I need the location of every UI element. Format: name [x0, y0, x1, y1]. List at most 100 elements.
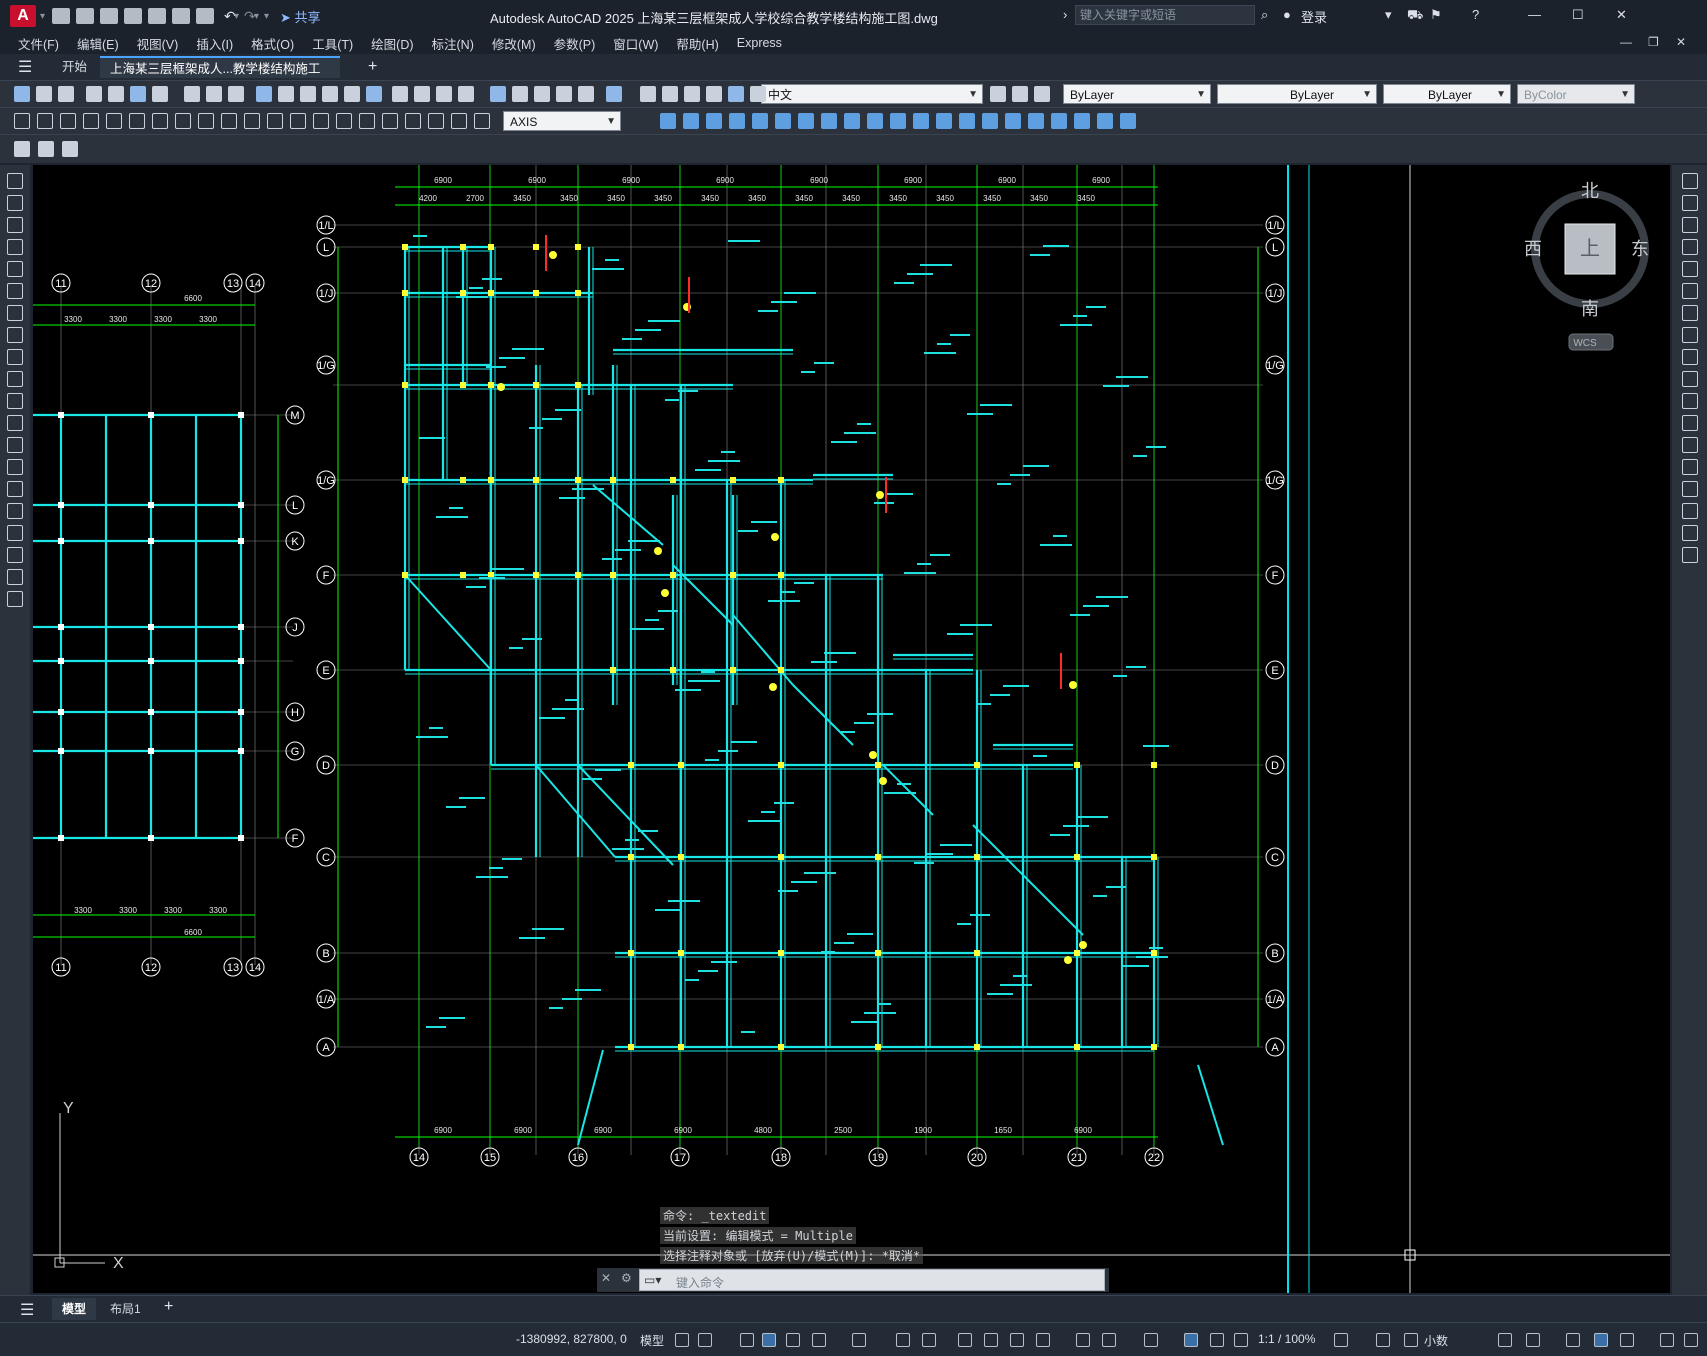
dimension-tool-icon[interactable] [198, 113, 214, 129]
modify-palette-icon[interactable] [1682, 305, 1698, 321]
annotation-visibility-icon[interactable] [1184, 1333, 1198, 1347]
dimension-tool-icon[interactable] [474, 113, 490, 129]
toolbar-tool-icon[interactable] [640, 86, 656, 102]
redo-dropdown-icon[interactable]: ▾ [254, 11, 260, 22]
dimension-tool-icon[interactable] [221, 113, 237, 129]
menu-format[interactable]: 格式(O) [251, 34, 294, 53]
draw-tool-icon[interactable] [7, 569, 23, 585]
isolate-objects-icon[interactable] [1566, 1333, 1580, 1347]
autodesk-app-icon[interactable]: ⚑ [1430, 7, 1442, 23]
draw-tool-icon[interactable] [7, 195, 23, 211]
draw-tool-icon[interactable] [7, 261, 23, 277]
layer-tool-icon[interactable] [1034, 86, 1050, 102]
draw-tool-icon[interactable] [7, 327, 23, 343]
viewcube-west[interactable]: 西 [1524, 239, 1542, 259]
ortho-icon[interactable] [786, 1333, 800, 1347]
modify-palette-icon[interactable] [1682, 437, 1698, 453]
draw-tool-icon[interactable] [7, 591, 23, 607]
toolbar-tool-icon[interactable] [300, 86, 316, 102]
auto-scale-icon[interactable] [1210, 1333, 1224, 1347]
open-web-icon[interactable] [148, 8, 166, 24]
toolbar-tool-icon[interactable] [130, 86, 146, 102]
lock-ui-icon[interactable] [1526, 1333, 1540, 1347]
modify-tool-icon[interactable] [1005, 113, 1021, 129]
toolbar-tool-icon[interactable] [706, 86, 722, 102]
modify-tool-icon[interactable] [982, 113, 998, 129]
modify-tool-icon[interactable] [867, 113, 883, 129]
toolbar-tool-icon[interactable] [534, 86, 550, 102]
app-menu-arrow-icon[interactable]: ▾ [40, 11, 46, 22]
toolbar-tool-icon[interactable] [392, 86, 408, 102]
modify-tool-icon[interactable] [821, 113, 837, 129]
modify-tool-icon[interactable] [683, 113, 699, 129]
dimension-tool-icon[interactable] [106, 113, 122, 129]
modify-tool-icon[interactable] [798, 113, 814, 129]
modify-tool-icon[interactable] [1120, 113, 1136, 129]
modify-palette-icon[interactable] [1682, 547, 1698, 563]
menu-express[interactable]: Express [737, 36, 782, 50]
help-icon[interactable]: ? [1472, 7, 1479, 22]
toolbar-tool-icon[interactable] [278, 86, 294, 102]
menu-view[interactable]: 视图(V) [137, 34, 179, 53]
tab-layout1[interactable]: 布局1 [100, 1298, 151, 1320]
modify-tool-icon[interactable] [936, 113, 952, 129]
toolbar-tool-icon[interactable] [414, 86, 430, 102]
dimstyle-combo[interactable]: AXIS ▼ [503, 111, 621, 131]
workspace-gear-icon[interactable] [1334, 1333, 1348, 1347]
viewcube-east[interactable]: 东 [1631, 239, 1649, 259]
snap-icon[interactable] [698, 1333, 712, 1347]
modify-palette-icon[interactable] [1682, 459, 1698, 475]
layer-tool-icon[interactable] [1012, 86, 1028, 102]
modify-tool-icon[interactable] [729, 113, 745, 129]
dimension-tool-icon[interactable] [313, 113, 329, 129]
maximize-icon[interactable]: ☐ [1572, 7, 1584, 23]
draw-tool-icon[interactable] [7, 459, 23, 475]
edit-block-icon[interactable] [14, 141, 30, 157]
modify-tool-icon[interactable] [959, 113, 975, 129]
draw-tool-icon[interactable] [7, 173, 23, 189]
modify-tool-icon[interactable] [1097, 113, 1113, 129]
doc-restore-icon[interactable]: ❐ [1648, 35, 1659, 49]
toolbar-tool-icon[interactable] [728, 86, 744, 102]
toolbar-tool-icon[interactable] [58, 86, 74, 102]
close-icon[interactable]: ✕ [1616, 7, 1627, 23]
color-combo[interactable]: ByLayer ▼ [1063, 84, 1211, 104]
customize-quick-access-icon[interactable]: ▾ [264, 11, 270, 22]
annotation-scale-readout[interactable]: 1:1 / 100% [1258, 1332, 1315, 1346]
modify-tool-icon[interactable] [1051, 113, 1067, 129]
dynamic-input-icon[interactable] [762, 1333, 776, 1347]
toolbar-tool-icon[interactable] [512, 86, 528, 102]
toolbar-tool-icon[interactable] [458, 86, 474, 102]
menu-file[interactable]: 文件(F) [18, 34, 59, 53]
dimension-tool-icon[interactable] [267, 113, 283, 129]
dimension-tool-icon[interactable] [336, 113, 352, 129]
layout-menu-icon[interactable]: ☰ [20, 1300, 34, 1320]
menu-insert[interactable]: 插入(I) [196, 34, 233, 53]
gizmo-icon[interactable] [1144, 1333, 1158, 1347]
annotation-monitor-icon[interactable] [1376, 1333, 1390, 1347]
draw-tool-icon[interactable] [7, 393, 23, 409]
annotation-scale-icon[interactable] [1234, 1333, 1248, 1347]
selection-cycling-icon[interactable] [1010, 1333, 1024, 1347]
dimension-tool-icon[interactable] [428, 113, 444, 129]
transparency-icon[interactable] [984, 1333, 998, 1347]
draw-tool-icon[interactable] [7, 415, 23, 431]
toolbar-tool-icon[interactable] [578, 86, 594, 102]
login-button[interactable]: 登录 [1301, 7, 1327, 26]
toolbar-tool-icon[interactable] [322, 86, 338, 102]
dynamic-ucs-icon[interactable] [1076, 1333, 1090, 1347]
dimension-tool-icon[interactable] [405, 113, 421, 129]
toolbar-tool-icon[interactable] [344, 86, 360, 102]
modify-palette-icon[interactable] [1682, 393, 1698, 409]
coordinate-readout[interactable]: -1380992, 827800, 0 [516, 1332, 627, 1346]
dimension-tool-icon[interactable] [290, 113, 306, 129]
toolbar-tool-icon[interactable] [206, 86, 222, 102]
menu-edit[interactable]: 编辑(E) [77, 34, 119, 53]
dimension-tool-icon[interactable] [37, 113, 53, 129]
modify-palette-icon[interactable] [1682, 173, 1698, 189]
draw-tool-icon[interactable] [7, 547, 23, 563]
modify-palette-icon[interactable] [1682, 239, 1698, 255]
grid-icon[interactable] [675, 1333, 689, 1347]
draw-tool-icon[interactable] [7, 371, 23, 387]
dimension-tool-icon[interactable] [175, 113, 191, 129]
